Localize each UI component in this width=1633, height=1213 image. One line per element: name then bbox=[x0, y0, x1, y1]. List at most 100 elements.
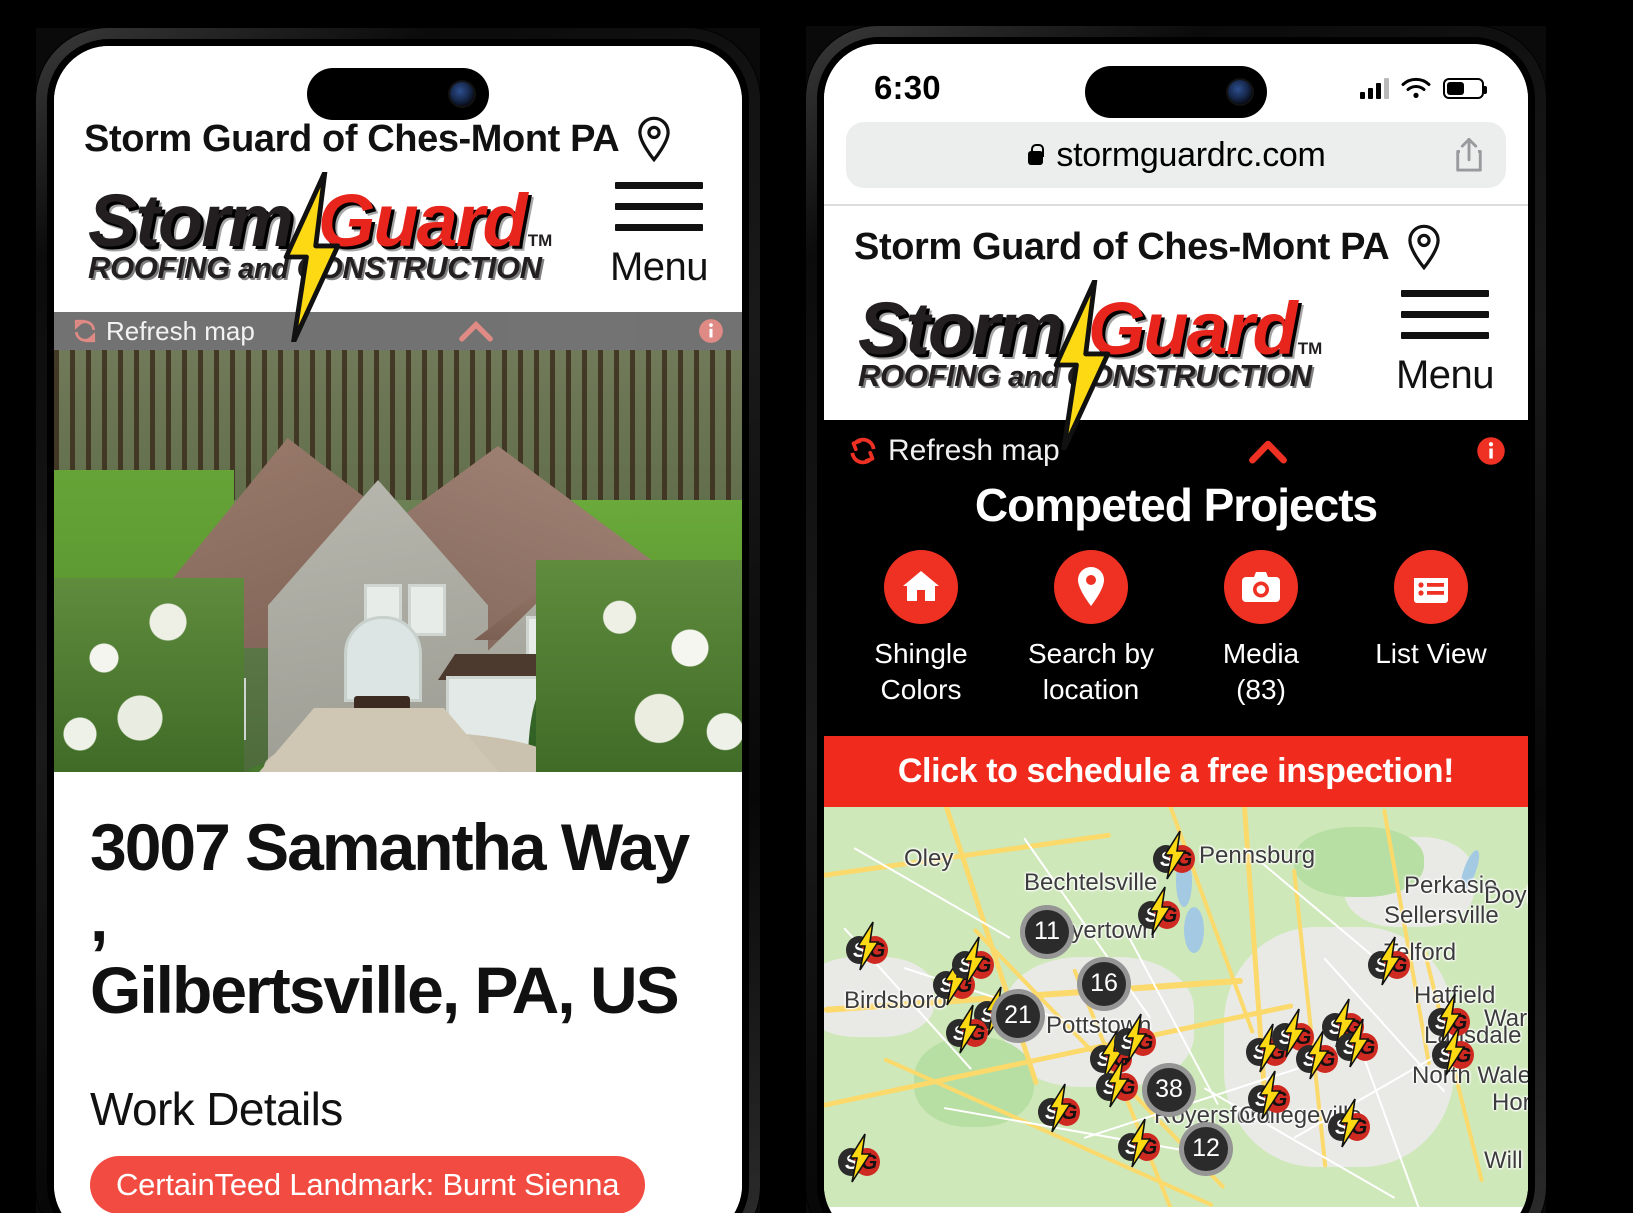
map-project-marker[interactable]: S G bbox=[1332, 1017, 1382, 1069]
storm-guard-marker-icon: S G bbox=[838, 1133, 880, 1183]
storm-guard-marker-icon: S G bbox=[1138, 886, 1180, 936]
lock-icon bbox=[1026, 143, 1045, 167]
left-refresh-bar[interactable]: Refresh map bbox=[54, 312, 742, 350]
storm-guard-marker-icon: S G bbox=[1096, 1058, 1138, 1108]
project-photo[interactable] bbox=[54, 350, 742, 772]
logo-guard-text: Guard bbox=[1086, 287, 1300, 371]
storm-guard-marker-icon: S G bbox=[1336, 1018, 1378, 1068]
info-circle-icon[interactable] bbox=[1476, 436, 1506, 466]
page-title: 3007 Samantha Way , Gilbertsville, PA, U… bbox=[90, 811, 706, 1027]
map-project-marker[interactable]: S G bbox=[1092, 1057, 1142, 1109]
projects-panel: Refresh map Competed Projects Shingle Co… bbox=[824, 420, 1528, 736]
storm-guard-marker-icon: S G bbox=[1248, 1070, 1290, 1120]
refresh-icon[interactable] bbox=[72, 318, 98, 344]
chevron-up-icon[interactable] bbox=[457, 320, 495, 342]
status-badge: CertainTeed Landmark: Burnt Sienna bbox=[90, 1155, 646, 1213]
signal-bar bbox=[1384, 78, 1389, 99]
map-cluster-marker[interactable]: 21 bbox=[991, 988, 1045, 1043]
safari-toolbar: stormguardrc.com bbox=[824, 118, 1528, 204]
storm-guard-logo[interactable]: Storm Guard TM ROOFING and CONSTRUCTION bbox=[86, 172, 553, 343]
map-cluster-marker[interactable]: 12 bbox=[1179, 1121, 1233, 1176]
refresh-map-button[interactable]: Refresh map bbox=[848, 434, 1060, 468]
tile-search-by-location[interactable]: Search by location bbox=[1006, 550, 1176, 708]
panel-title: Competed Projects bbox=[974, 479, 1378, 531]
menu-label: Menu bbox=[1395, 353, 1495, 397]
logo-storm-text: Storm bbox=[856, 287, 1066, 371]
address-bar[interactable]: stormguardrc.com bbox=[846, 122, 1506, 188]
hamburger-bar bbox=[614, 182, 703, 189]
map-project-marker[interactable]: S G bbox=[1134, 885, 1184, 937]
map-project-marker[interactable]: S G bbox=[1364, 935, 1414, 987]
menu-button[interactable]: Menu bbox=[610, 182, 709, 290]
map-pin-outline-icon[interactable] bbox=[635, 116, 673, 162]
storm-guard-marker-icon: S G bbox=[1328, 1098, 1370, 1148]
map-pin-outline-icon[interactable] bbox=[1405, 224, 1443, 270]
storm-guard-logo[interactable]: Storm Guard TM ROOFING and CONSTRUCTION bbox=[856, 280, 1322, 451]
hamburger-bar bbox=[1400, 290, 1489, 297]
storm-guard-marker-icon: S G bbox=[1368, 936, 1410, 986]
refresh-icon[interactable] bbox=[848, 436, 878, 466]
right-brand-row: Storm Guard TM ROOFING and CONSTRUCTION bbox=[824, 280, 1528, 451]
map-project-marker[interactable]: S G bbox=[842, 920, 892, 972]
hamburger-bar bbox=[1400, 332, 1489, 339]
map-project-marker[interactable]: S G bbox=[1324, 1097, 1374, 1149]
left-refresh-group[interactable]: Refresh map bbox=[72, 316, 255, 347]
hamburger-icon[interactable] bbox=[1400, 290, 1489, 339]
projects-map[interactable]: Oley Bechtelsville Pennsburg Perkasie Seller… bbox=[824, 806, 1528, 1207]
battery-icon bbox=[1443, 77, 1487, 99]
tile-media[interactable]: Media (83) bbox=[1176, 550, 1346, 708]
map-place-label: Pennsburg bbox=[1199, 841, 1316, 869]
right-phone-screen: 6:30 stormguardrc.com Storm Guard of Che… bbox=[824, 44, 1528, 1213]
map-place-label: Warri bbox=[1484, 1004, 1528, 1032]
map-place-label: Oley bbox=[904, 844, 954, 872]
map-project-marker[interactable]: S G bbox=[1149, 829, 1199, 881]
tile-icon-wrap bbox=[1224, 550, 1298, 624]
photo-blossom-tree-right bbox=[536, 560, 742, 772]
map-project-marker[interactable]: S G bbox=[948, 935, 998, 987]
storm-guard-marker-icon: S G bbox=[946, 1004, 988, 1054]
front-camera-icon bbox=[1228, 80, 1252, 104]
left-phone-device: Storm Guard of Ches-Mont PA Storm Guard … bbox=[36, 28, 760, 1213]
map-project-marker[interactable]: S G bbox=[1114, 1117, 1164, 1169]
tile-icon-wrap bbox=[884, 550, 958, 624]
map-cluster-marker[interactable]: 16 bbox=[1077, 956, 1131, 1011]
logo-tm-text: TM bbox=[527, 231, 553, 251]
menu-button[interactable]: Menu bbox=[1395, 290, 1495, 398]
map-place-label: Doyle bbox=[1484, 881, 1528, 909]
tile-shingle-colors[interactable]: Shingle Colors bbox=[836, 550, 1006, 708]
storm-guard-marker-icon: S G bbox=[1432, 1026, 1474, 1076]
tile-label: Shingle Colors bbox=[874, 638, 968, 705]
chevron-up-icon[interactable] bbox=[1246, 438, 1290, 464]
map-place-label: Sellersville bbox=[1384, 901, 1499, 929]
wifi-icon bbox=[1401, 77, 1431, 98]
status-time: 6:30 bbox=[874, 69, 941, 106]
left-refresh-label: Refresh map bbox=[106, 315, 255, 346]
info-circle-icon[interactable] bbox=[698, 318, 724, 344]
signal-bar bbox=[1368, 88, 1373, 99]
map-project-marker[interactable]: S G bbox=[1034, 1082, 1084, 1134]
map-pin-icon bbox=[1078, 567, 1104, 606]
project-details: 3007 Samantha Way , Gilbertsville, PA, U… bbox=[54, 772, 742, 1213]
storm-guard-marker-icon: S G bbox=[1153, 830, 1195, 880]
storm-guard-marker-icon: S G bbox=[846, 921, 888, 971]
dynamic-island bbox=[307, 68, 489, 120]
battery-level bbox=[1447, 81, 1465, 95]
map-project-marker[interactable]: S G bbox=[1244, 1069, 1294, 1121]
map-place-label: Will bbox=[1484, 1146, 1523, 1174]
tile-list-view[interactable]: List View bbox=[1346, 550, 1516, 708]
map-cluster-marker[interactable]: 11 bbox=[1020, 904, 1074, 959]
map-project-marker[interactable]: S G bbox=[834, 1132, 884, 1184]
logo-guard-text: Guard bbox=[316, 179, 530, 263]
logo-wordmark: Storm Guard TM bbox=[856, 287, 1322, 371]
share-icon[interactable] bbox=[1454, 137, 1484, 173]
signal-bar bbox=[1376, 83, 1381, 99]
address-line-2: Gilbertsville, PA, US bbox=[90, 952, 680, 1027]
photo-blossom-tree-left bbox=[54, 578, 244, 772]
hamburger-icon[interactable] bbox=[614, 182, 703, 231]
storm-guard-marker-icon: S G bbox=[1038, 1083, 1080, 1133]
map-place-label: Hor bbox=[1492, 1088, 1528, 1116]
schedule-inspection-cta[interactable]: Click to schedule a free inspection! bbox=[824, 735, 1528, 807]
map-project-marker[interactable]: S G bbox=[942, 1003, 992, 1055]
map-cluster-marker[interactable]: 38 bbox=[1142, 1062, 1196, 1117]
map-project-marker[interactable]: S G bbox=[1428, 1025, 1478, 1077]
